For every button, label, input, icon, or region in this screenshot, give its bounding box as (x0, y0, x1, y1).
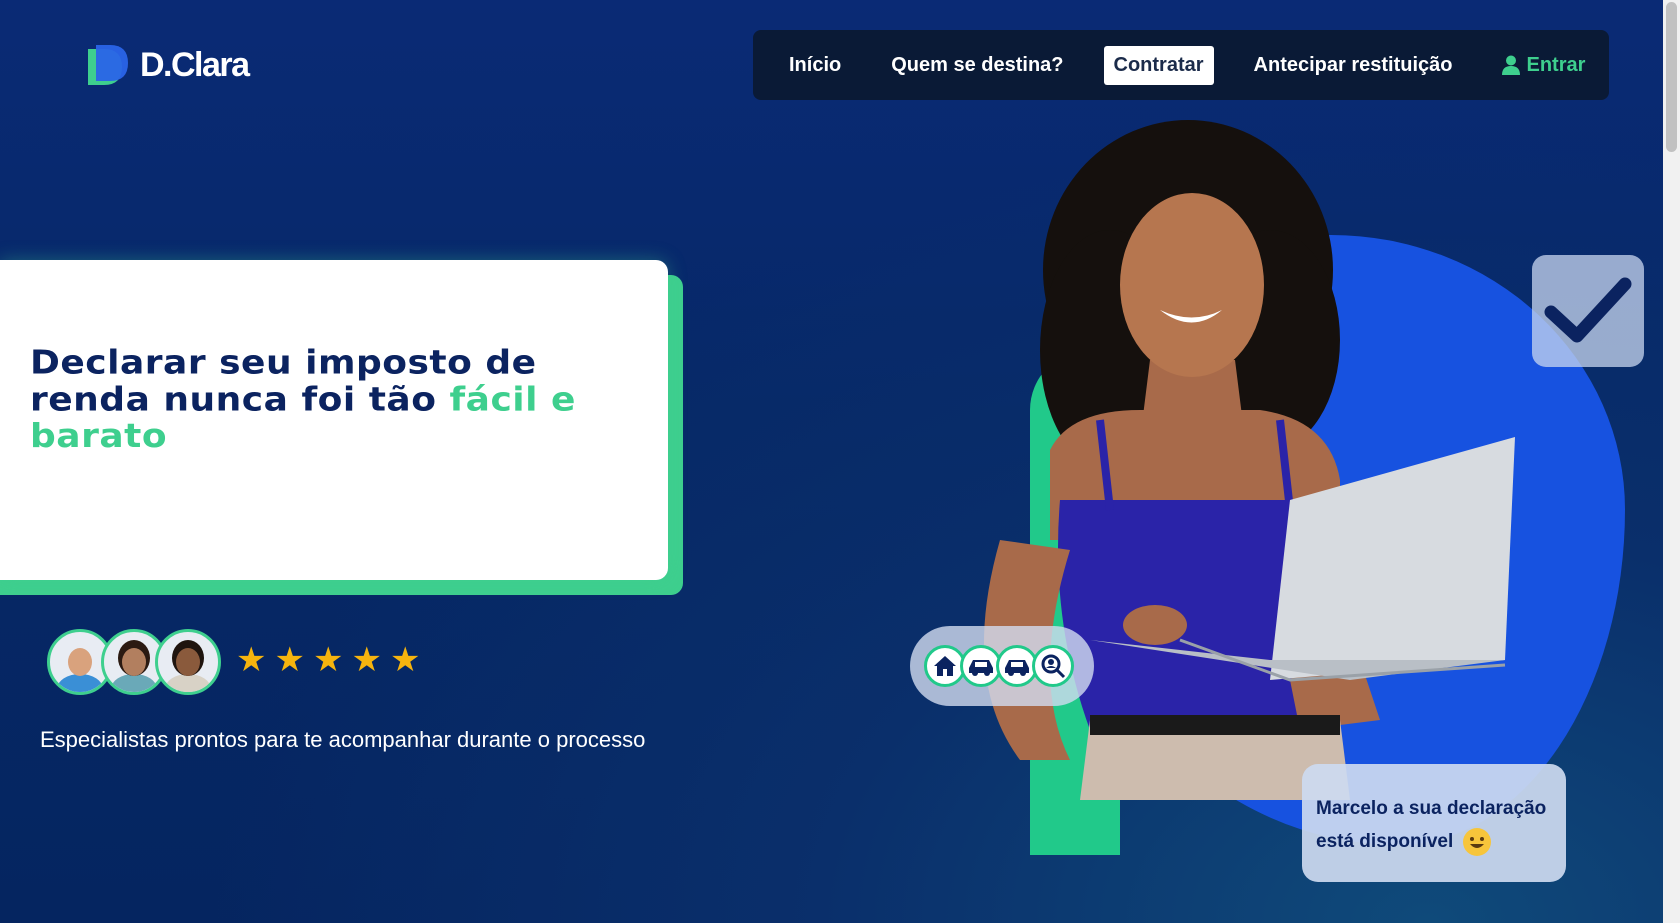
star-icon: ★ (274, 641, 305, 679)
nav-inicio[interactable]: Início (779, 46, 851, 85)
star-icon: ★ (312, 641, 344, 679)
d-clara-logo-icon (82, 41, 130, 89)
search-person-icon (1032, 645, 1074, 687)
star-icon: ★ (351, 641, 382, 679)
hero-headline: Declarar seu imposto de renda nunca foi … (30, 345, 590, 455)
hero-subtext: Especialistas prontos para te acompanhar… (40, 727, 646, 752)
notification-line1: Marcelo a sua declaração (1316, 798, 1547, 819)
user-icon (1502, 55, 1521, 75)
nav-antecipar-restituicao[interactable]: Antecipar restituição (1244, 46, 1463, 85)
specialist-avatars (47, 629, 221, 695)
rating-stars: ★ ★ ★ ★ ★ (236, 643, 420, 677)
login-label: Entrar (1526, 53, 1586, 76)
star-icon: ★ (236, 641, 267, 679)
nav-quem-se-destina[interactable]: Quem se destina? (881, 46, 1073, 85)
check-tile (1532, 255, 1644, 367)
avatar (155, 629, 221, 695)
notification-line2: está disponível (1316, 831, 1454, 852)
logo[interactable]: D.Clara (82, 41, 250, 89)
scrollbar-thumb[interactable] (1666, 2, 1677, 152)
brand-name: D.Clara (140, 45, 250, 84)
nav-contratar[interactable]: Contratar (1103, 45, 1214, 85)
smile-emoji-icon (1462, 827, 1491, 856)
main-nav: Início Quem se destina? Contratar Anteci… (753, 30, 1609, 100)
declaration-notification: Marcelo a sua declaração está disponível (1302, 764, 1566, 882)
page-scrollbar[interactable] (1663, 0, 1680, 923)
nav-entrar[interactable]: Entrar (1492, 46, 1595, 85)
feature-icons-pill (910, 626, 1094, 706)
check-icon (1544, 277, 1632, 343)
star-icon: ★ (389, 641, 421, 679)
woman-with-laptop-illustration (984, 120, 1515, 800)
